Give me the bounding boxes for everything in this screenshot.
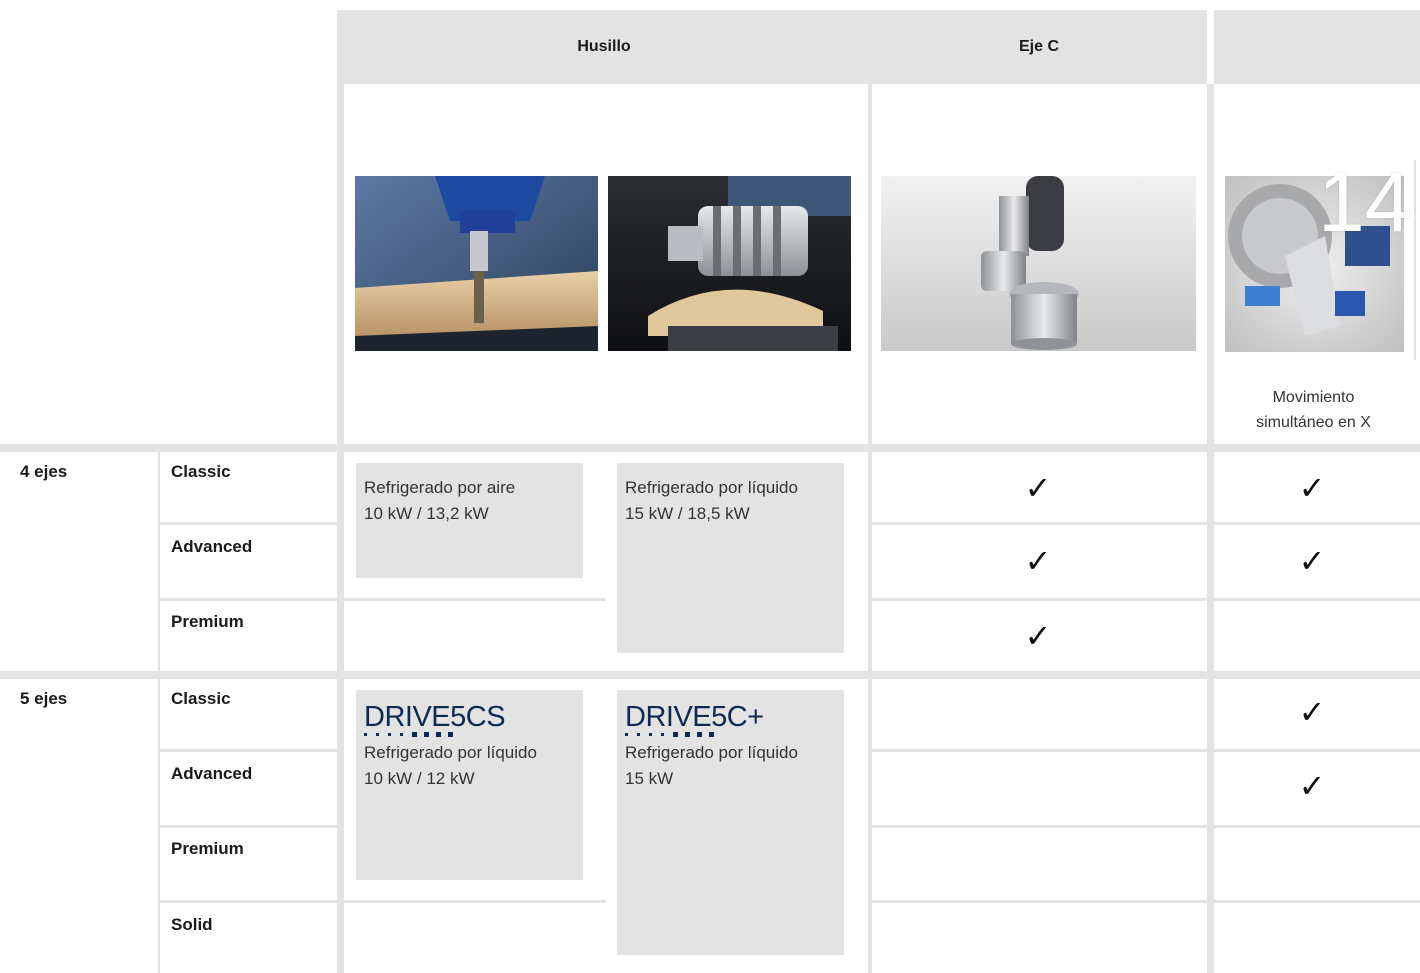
spec-line: 15 kW / 18,5 kW bbox=[625, 504, 750, 523]
col-separator-axes-level bbox=[158, 452, 160, 973]
level-label: Advanced bbox=[171, 764, 253, 783]
spindle-liquid-cooled-photo bbox=[608, 176, 851, 351]
c-axis-unit-photo bbox=[881, 176, 1196, 351]
spec-line: 10 kW / 12 kW bbox=[364, 769, 475, 788]
spindle-spec-drive5cplus: DRIVE5C+ Refrigerado por líquido 15 kW bbox=[617, 690, 844, 955]
spindle-spec-air-cooled: Refrigerado por aire 10 kW / 13,2 kW bbox=[356, 463, 583, 578]
row-separator bbox=[160, 522, 337, 525]
row-separator bbox=[1214, 522, 1420, 525]
spindle-spec-drive5cs: DRIVE5CS Refrigerado por líquido 10 kW /… bbox=[356, 690, 583, 880]
row-separator bbox=[344, 598, 606, 601]
row-separator bbox=[160, 598, 337, 601]
group-separator-4-axes bbox=[0, 444, 1420, 452]
row-separator bbox=[872, 825, 1207, 828]
check-icon: ✓ bbox=[1024, 618, 1052, 654]
extra-column-caption: Movimiento simultáneo en X bbox=[1256, 389, 1371, 431]
drive5cs-logo: DRIVE5CS bbox=[364, 700, 506, 737]
drive5cplus-logo: DRIVE5C+ bbox=[625, 700, 764, 737]
row-separator bbox=[872, 598, 1207, 601]
check-icon: ✓ bbox=[1298, 694, 1326, 730]
col-separator-left bbox=[337, 84, 344, 973]
row-separator bbox=[1214, 749, 1420, 752]
axes-label-5: 5 ejes bbox=[20, 689, 68, 708]
col-separator-c-extra bbox=[1207, 84, 1214, 973]
row-separator bbox=[1214, 900, 1420, 903]
row-separator bbox=[160, 749, 337, 752]
drive-logo-text: DRIVE5CS bbox=[364, 701, 506, 733]
row-separator bbox=[160, 825, 337, 828]
row-separator bbox=[160, 900, 337, 903]
header-extra-cell bbox=[1214, 10, 1420, 84]
level-label: Advanced bbox=[171, 537, 253, 556]
page-number-rule bbox=[1414, 160, 1416, 360]
check-icon: ✓ bbox=[1298, 768, 1326, 804]
level-label: Solid bbox=[171, 915, 213, 934]
spec-line: Refrigerado por aire bbox=[364, 478, 516, 497]
header-spindle-label: Husillo bbox=[577, 38, 631, 55]
spindle-spec-liquid-cooled: Refrigerado por líquido 15 kW / 18,5 kW bbox=[617, 463, 844, 653]
level-label: Premium bbox=[171, 839, 244, 858]
level-label: Classic bbox=[171, 462, 231, 481]
row-separator bbox=[872, 522, 1207, 525]
axes-label-4: 4 ejes bbox=[20, 462, 68, 481]
row-separator bbox=[1214, 598, 1420, 601]
check-icon: ✓ bbox=[1298, 470, 1326, 506]
row-separator bbox=[1214, 825, 1420, 828]
spec-line: 10 kW / 13,2 kW bbox=[364, 504, 489, 523]
row-separator bbox=[344, 900, 606, 903]
level-label: Premium bbox=[171, 612, 244, 631]
drive-logo-text: DRIVE5C+ bbox=[625, 701, 764, 733]
spec-line: 15 kW bbox=[625, 769, 674, 788]
group-separator-5-axes bbox=[0, 671, 1420, 679]
spec-line: Refrigerado por líquido bbox=[364, 743, 537, 762]
check-icon: ✓ bbox=[1024, 470, 1052, 506]
spec-line: Refrigerado por líquido bbox=[625, 743, 798, 762]
logo-dots-icon bbox=[364, 732, 453, 737]
row-separator bbox=[872, 749, 1207, 752]
col-separator-spindle-c bbox=[868, 84, 872, 973]
check-icon: ✓ bbox=[1298, 543, 1326, 579]
page-number: 14 bbox=[1318, 155, 1412, 249]
check-icon: ✓ bbox=[1024, 543, 1052, 579]
spindle-air-cooled-photo bbox=[355, 176, 598, 351]
level-label: Classic bbox=[171, 689, 231, 708]
logo-dots-icon bbox=[625, 732, 714, 737]
header-spindle-cell: Husillo Eje C bbox=[337, 10, 1207, 84]
row-separator bbox=[872, 900, 1207, 903]
spec-line: Refrigerado por líquido bbox=[625, 478, 798, 497]
header-c-axis-label: Eje C bbox=[1018, 38, 1059, 55]
